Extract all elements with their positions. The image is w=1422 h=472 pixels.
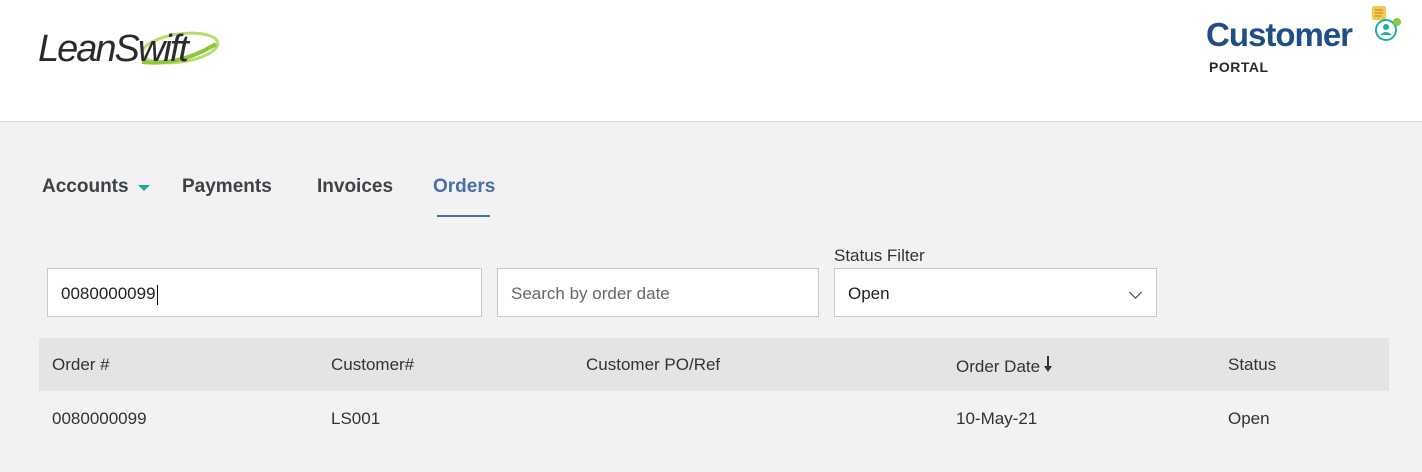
status-filter-label: Status Filter	[834, 246, 925, 265]
order-search-value: 0080000099	[61, 284, 156, 303]
col-status[interactable]: Status	[1228, 355, 1276, 375]
chevron-down-icon[interactable]	[1129, 286, 1142, 299]
col-order-date-label: Order Date	[956, 357, 1041, 376]
active-tab-underline	[437, 215, 490, 217]
arrow-down-icon[interactable]	[1043, 355, 1053, 373]
cell-status: Open	[1228, 409, 1270, 428]
chat-user-badge-icon	[1372, 6, 1401, 41]
orders-table-header: Order # Customer# Customer PO/Ref Order …	[39, 338, 1389, 391]
order-search-input[interactable]: 0080000099	[47, 268, 482, 317]
brand-left-text: LeanSwift	[38, 28, 189, 70]
brand-right-sub: PORTAL	[1209, 59, 1269, 75]
col-order-date[interactable]: Order Date	[956, 355, 1053, 377]
app-header: LeanSwift Customer PORTAL	[0, 0, 1422, 122]
text-cursor	[156, 284, 158, 305]
brand-right-word: Customer	[1206, 16, 1353, 53]
status-selected-value: Open	[848, 284, 890, 303]
cell-order-number[interactable]: 0080000099	[52, 409, 147, 429]
table-row[interactable]: 0080000099 LS001 10-May-21 Open	[39, 391, 1389, 446]
customer-portal-logo[interactable]: Customer PORTAL	[1200, 4, 1410, 84]
order-date-search-input[interactable]: Search by order date	[497, 268, 819, 317]
col-order-number[interactable]: Order #	[52, 355, 110, 375]
order-date-placeholder: Search by order date	[511, 284, 670, 303]
col-customer-po-ref[interactable]: Customer PO/Ref	[586, 355, 720, 375]
cell-order-date: 10-May-21	[956, 409, 1038, 428]
col-customer-number[interactable]: Customer#	[331, 355, 414, 375]
cell-customer-number: LS001	[331, 409, 381, 428]
tab-accounts[interactable]: Accounts	[42, 176, 129, 198]
tab-orders[interactable]: Orders	[433, 176, 495, 198]
tab-payments[interactable]: Payments	[182, 176, 272, 198]
caret-down-icon[interactable]	[138, 185, 150, 191]
status-filter-select[interactable]: Open	[834, 268, 1157, 317]
tab-invoices[interactable]: Invoices	[317, 176, 393, 198]
leanswift-logo[interactable]: LeanSwift	[30, 22, 230, 78]
